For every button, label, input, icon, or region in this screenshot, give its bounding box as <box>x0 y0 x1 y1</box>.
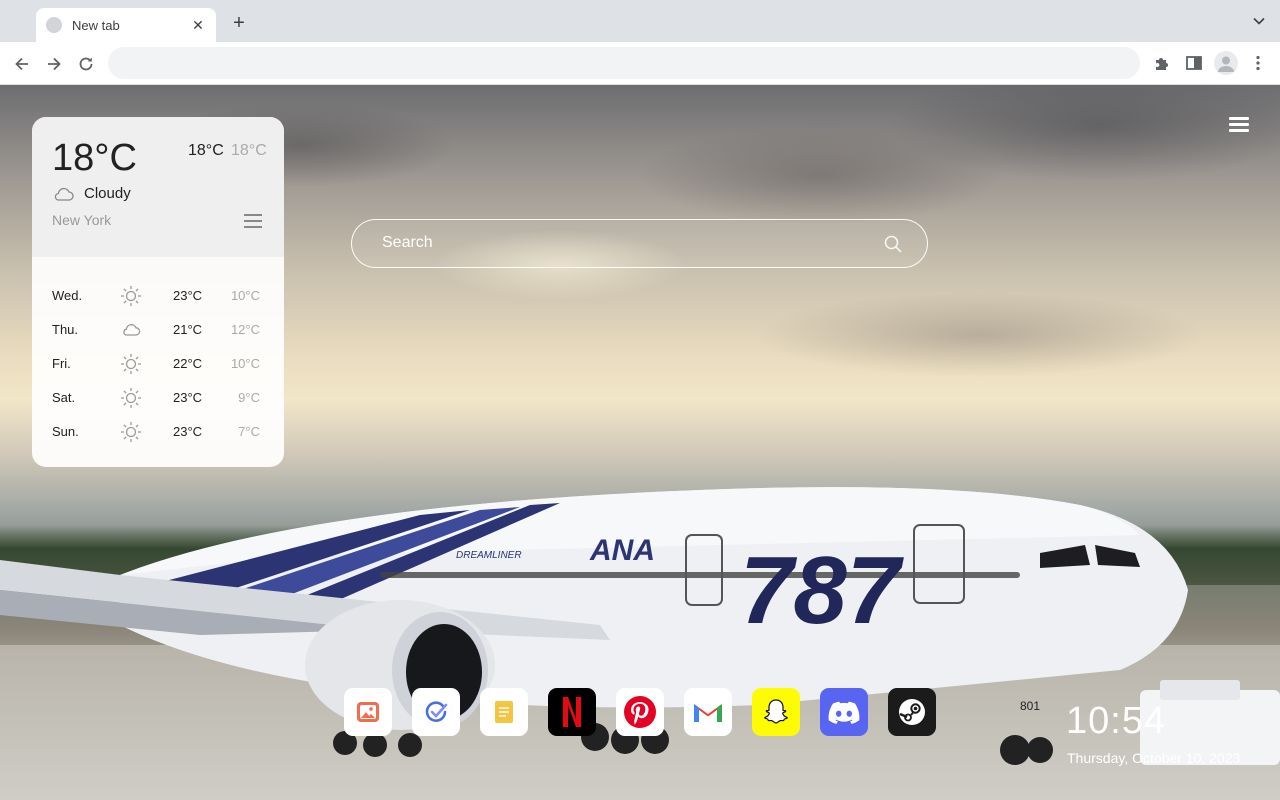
address-bar[interactable] <box>108 47 1140 79</box>
weather-list-icon[interactable] <box>244 214 262 228</box>
clock-date: Thursday, October 10, 2023 <box>1067 750 1241 766</box>
weather-city: New York <box>52 212 112 228</box>
forecast-low: 12°C <box>230 322 260 337</box>
discord-logo-icon <box>828 701 860 724</box>
reload-icon[interactable] <box>76 54 96 74</box>
gmail-app-button[interactable] <box>684 688 732 736</box>
notes-app-button[interactable] <box>480 688 528 736</box>
pinterest-app-button[interactable] <box>616 688 664 736</box>
forecast-row: Sat. 23°C 9°C <box>52 387 262 408</box>
wallpaper-app-button[interactable] <box>344 688 392 736</box>
sun-icon <box>121 286 141 306</box>
pinterest-logo-icon <box>624 696 656 728</box>
search-input[interactable] <box>382 220 862 266</box>
plane-dreamliner-text: DREAMLINER <box>456 550 522 561</box>
search-box <box>351 219 928 268</box>
snapchat-app-button[interactable] <box>752 688 800 736</box>
clock-time: 10:54 <box>1066 700 1167 742</box>
steam-logo-icon <box>899 699 925 725</box>
cloud-icon <box>54 187 74 201</box>
netflix-app-button[interactable] <box>548 688 596 736</box>
sun-icon <box>121 422 141 442</box>
app-dock <box>344 688 936 736</box>
forecast-low: 10°C <box>230 288 260 303</box>
forecast-high: 23°C <box>173 390 203 405</box>
snapchat-ghost-icon <box>764 699 788 724</box>
person-icon <box>1218 56 1234 72</box>
menu-icon[interactable] <box>1229 117 1249 133</box>
tab-strip: New tab ✕ + <box>0 0 1280 42</box>
task-check-icon <box>425 701 448 722</box>
weather-widget: 18°C 18°C 18°C Cloudy New York Wed. 23°C… <box>32 117 284 467</box>
forecast-day: Wed. <box>52 288 83 303</box>
tab-title: New tab <box>72 17 120 33</box>
plane-registration-text: 801 <box>1020 699 1040 713</box>
search-icon[interactable] <box>883 234 903 254</box>
forecast-high: 22°C <box>173 356 203 371</box>
cloud-icon <box>123 324 141 336</box>
forecast-low: 7°C <box>238 424 260 439</box>
forecast-day: Fri. <box>52 356 71 371</box>
forecast-row: Fri. 22°C 10°C <box>52 353 262 374</box>
tab-favicon-icon <box>46 17 62 33</box>
tab-new-tab[interactable]: New tab ✕ <box>36 8 216 42</box>
more-vertical-icon[interactable] <box>1248 53 1268 73</box>
close-tab-icon[interactable]: ✕ <box>190 17 206 34</box>
today-high: 18°C <box>188 142 224 159</box>
weather-condition: Cloudy <box>52 185 131 202</box>
plane-model-text: 787 <box>740 537 905 644</box>
forecast-day: Thu. <box>52 322 79 337</box>
forecast-low: 9°C <box>238 390 260 405</box>
new-tab-button[interactable]: + <box>228 12 250 34</box>
gmail-logo-icon <box>694 704 722 722</box>
forecast-row: Sun. 23°C 7°C <box>52 421 262 442</box>
forecast-high: 23°C <box>173 424 203 439</box>
side-panel-icon[interactable] <box>1184 53 1204 73</box>
netflix-logo-icon <box>563 697 581 727</box>
chevron-down-icon[interactable] <box>1252 14 1266 28</box>
forecast-row: Thu. 21°C 12°C <box>52 319 262 339</box>
forecast-row: Wed. 23°C 10°C <box>52 285 262 306</box>
current-temperature: 18°C <box>52 137 137 179</box>
notes-icon <box>495 701 513 723</box>
forecast-day: Sat. <box>52 390 76 405</box>
browser-toolbar <box>0 42 1280 85</box>
tasks-app-button[interactable] <box>412 688 460 736</box>
forecast-high: 23°C <box>173 288 203 303</box>
forecast-day: Sun. <box>52 424 79 439</box>
image-gallery-icon <box>357 702 379 722</box>
extensions-puzzle-icon[interactable] <box>1152 53 1172 73</box>
back-arrow-icon[interactable] <box>12 54 32 74</box>
today-low: 18°C <box>231 142 267 159</box>
discord-app-button[interactable] <box>820 688 868 736</box>
forecast-high: 21°C <box>173 322 203 337</box>
sun-icon <box>121 388 141 408</box>
forecast-low: 10°C <box>230 356 260 371</box>
profile-avatar[interactable] <box>1214 51 1238 75</box>
steam-app-button[interactable] <box>888 688 936 736</box>
sun-icon <box>121 354 141 374</box>
weather-condition-label: Cloudy <box>84 185 131 202</box>
forward-arrow-icon[interactable] <box>44 54 64 74</box>
weather-current: 18°C 18°C 18°C Cloudy New York <box>32 117 284 257</box>
plane-airline-text: ANA <box>589 534 655 567</box>
